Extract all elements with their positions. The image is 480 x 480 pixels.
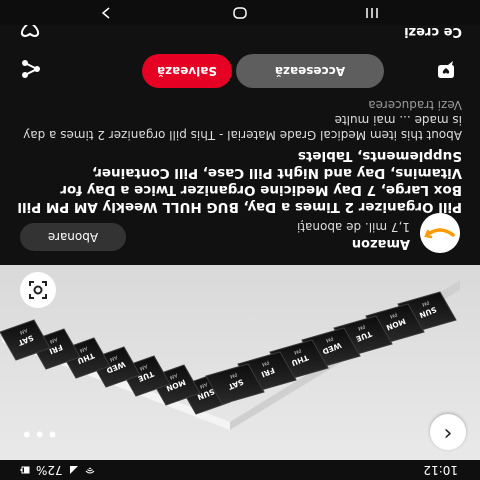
comment-icon	[438, 61, 454, 78]
nav-home-icon[interactable]	[232, 5, 248, 21]
more-icon: •••	[20, 422, 59, 446]
profile-name[interactable]: Amazon	[352, 236, 410, 251]
visual-search-button[interactable]	[20, 272, 56, 308]
visit-button[interactable]: Accesează	[236, 54, 384, 88]
avatar[interactable]	[420, 213, 460, 253]
pm-row-lids: SUNPMMONPMTUEPMWEDPMTHUPMFRIPMSATPM	[205, 291, 457, 405]
pin-image[interactable]: SUN AM MON AM TUE AM WED AM THU AM FRI AM SAT AM SUN P…	[0, 265, 480, 460]
follow-button[interactable]: Abonare	[20, 223, 126, 251]
wifi-icon	[85, 467, 95, 474]
see-translation-link[interactable]: Vezi traducerea	[368, 98, 462, 112]
comment-button[interactable]	[432, 55, 460, 83]
status-time: 10:12	[423, 463, 458, 477]
system-nav-bar	[0, 0, 480, 25]
back-button[interactable]: ‹	[430, 414, 466, 450]
signal-icon	[69, 466, 78, 474]
amazon-logo-icon	[420, 213, 460, 253]
nav-back-icon[interactable]	[98, 5, 114, 21]
pin-title: Pill Organizer 2 Times a Day, BUG HULL W…	[17, 148, 462, 215]
battery-percent: 72%	[36, 463, 63, 477]
back-arrow-icon: ‹	[443, 421, 453, 446]
am-row-lids: SUNAMMONAMTUEAMWEDAMTHUAMFRIAMSATAM	[0, 319, 231, 415]
screen: 10:12 72% SUN AM MON AM TUE AM WED AM THU AM FRI AM…	[0, 0, 480, 480]
status-icons: 72%	[20, 463, 95, 477]
share-icon	[22, 60, 40, 78]
share-button[interactable]	[17, 55, 45, 83]
battery-icon	[20, 466, 30, 474]
status-bar: 10:12 72%	[0, 460, 480, 480]
more-ideas-label: Ce crezi	[404, 24, 462, 39]
more-options-button[interactable]: •••	[20, 422, 58, 446]
save-button[interactable]: Salvează	[142, 54, 232, 88]
visual-search-icon	[29, 281, 47, 299]
pill-organizer-image: SUNAMMONAMTUEAMWEDAMTHUAMFRIAMSATAM SUNP…	[0, 280, 460, 430]
pin-description[interactable]: About this item Medical Grade Material -…	[17, 112, 462, 142]
nav-recents-icon[interactable]	[364, 5, 380, 21]
profile-followers: 1,7 mil. de abonați	[296, 220, 410, 234]
